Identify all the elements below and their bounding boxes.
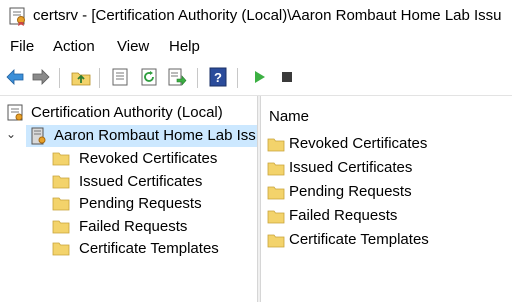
menu-bar: File Action View Help: [0, 35, 512, 59]
toolbar-separator: [59, 68, 60, 88]
list-item[interactable]: Certificate Templates: [261, 229, 512, 251]
tree-item-label: Revoked Certificates: [79, 150, 218, 167]
chevron-down-icon[interactable]: ⌄: [6, 127, 16, 141]
tree-ca-node[interactable]: Aaron Rombaut Home Lab Iss: [26, 125, 257, 147]
menu-file[interactable]: File: [10, 38, 34, 55]
title-bar: certsrv - [Certification Authority (Loca…: [0, 0, 512, 34]
menu-help[interactable]: Help: [169, 38, 200, 55]
list-item-label: Issued Certificates: [289, 159, 413, 176]
folder-icon: [267, 210, 285, 224]
tree-root-item[interactable]: Certification Authority (Local): [0, 102, 257, 124]
list-item-label: Certificate Templates: [289, 231, 429, 248]
stop-service-icon[interactable]: [277, 67, 297, 87]
folder-icon: [52, 220, 70, 234]
list-item-label: Failed Requests: [289, 207, 398, 224]
folder-icon: [267, 138, 285, 152]
refresh-icon[interactable]: [139, 67, 159, 87]
tree-item-pending-requests[interactable]: Pending Requests: [48, 193, 257, 215]
console-tree: Certification Authority (Local) Aaron Ro…: [0, 96, 257, 302]
help-icon[interactable]: ?: [208, 67, 228, 87]
folder-icon: [52, 152, 70, 166]
tree-item-failed-requests[interactable]: Failed Requests: [48, 216, 257, 238]
svg-text:?: ?: [214, 70, 222, 85]
folder-icon: [52, 197, 70, 211]
results-pane: Name Revoked Certificates Issued Certifi…: [261, 96, 512, 302]
folder-icon: [267, 186, 285, 200]
list-item[interactable]: Failed Requests: [261, 205, 512, 227]
folder-icon: [52, 175, 70, 189]
start-service-icon[interactable]: [249, 67, 269, 87]
toolbar: ?: [0, 63, 512, 93]
forward-arrow-icon[interactable]: [31, 67, 51, 87]
export-list-icon[interactable]: [167, 67, 187, 87]
tree-ca-label: Aaron Rombaut Home Lab Iss: [54, 127, 256, 144]
folder-icon: [267, 162, 285, 176]
folder-icon: [267, 234, 285, 248]
up-folder-icon[interactable]: [71, 67, 91, 87]
tree-item-issued-certificates[interactable]: Issued Certificates: [48, 171, 257, 193]
ca-server-icon: [31, 127, 46, 145]
list-item[interactable]: Revoked Certificates: [261, 133, 512, 155]
tree-item-label: Pending Requests: [79, 195, 202, 212]
tree-item-label: Failed Requests: [79, 218, 188, 235]
folder-icon: [52, 242, 70, 256]
back-arrow-icon[interactable]: [5, 67, 25, 87]
toolbar-separator: [237, 68, 238, 88]
list-item[interactable]: Issued Certificates: [261, 157, 512, 179]
certification-authority-icon: [7, 104, 23, 121]
toolbar-separator: [99, 68, 100, 88]
menu-action[interactable]: Action: [53, 38, 95, 55]
list-item[interactable]: Pending Requests: [261, 181, 512, 203]
window-title: certsrv - [Certification Authority (Loca…: [33, 7, 502, 24]
properties-icon[interactable]: [110, 67, 130, 87]
tree-item-certificate-templates[interactable]: Certificate Templates: [48, 238, 257, 260]
toolbar-separator: [197, 68, 198, 88]
list-item-label: Pending Requests: [289, 183, 412, 200]
tree-root-label: Certification Authority (Local): [31, 104, 223, 121]
list-item-label: Revoked Certificates: [289, 135, 428, 152]
column-header-name[interactable]: Name: [269, 108, 309, 125]
menu-view[interactable]: View: [117, 38, 149, 55]
tree-item-label: Issued Certificates: [79, 173, 203, 190]
tree-item-label: Certificate Templates: [79, 240, 219, 257]
tree-item-revoked-certificates[interactable]: Revoked Certificates: [48, 148, 257, 170]
certsrv-icon: [9, 7, 25, 26]
